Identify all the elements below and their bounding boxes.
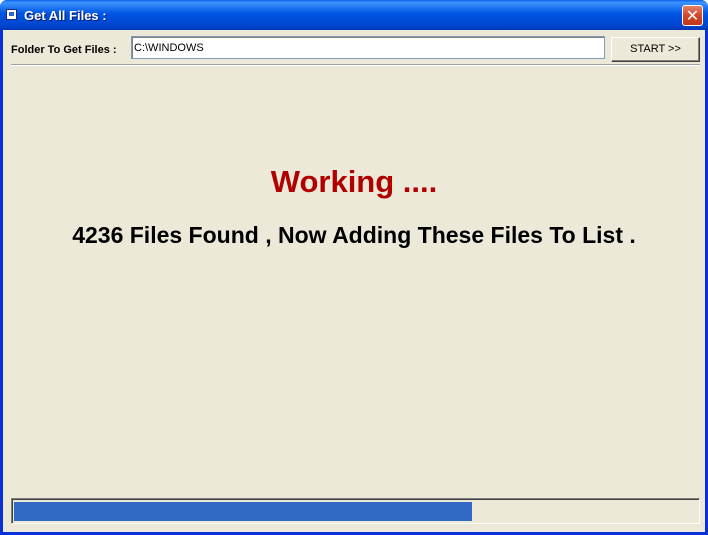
separator — [11, 64, 700, 66]
app-window: Get All Files : ✕ Folder To Get Files : … — [0, 0, 708, 535]
files-found-message: 4236 Files Found , Now Adding These File… — [72, 222, 636, 248]
window-title: Get All Files : — [24, 8, 107, 23]
folder-label: Folder To Get Files : — [11, 44, 117, 56]
working-status: Working .... — [270, 164, 438, 199]
close-icon: ✕ — [685, 6, 700, 25]
progress-fill — [14, 502, 472, 521]
close-button[interactable]: ✕ — [682, 5, 703, 26]
app-icon[interactable] — [6, 9, 17, 20]
progress-bar — [11, 498, 700, 524]
start-button[interactable]: START >> — [611, 37, 700, 62]
title-bar[interactable]: Get All Files : ✕ — [0, 0, 708, 30]
folder-path-input[interactable] — [131, 36, 605, 59]
